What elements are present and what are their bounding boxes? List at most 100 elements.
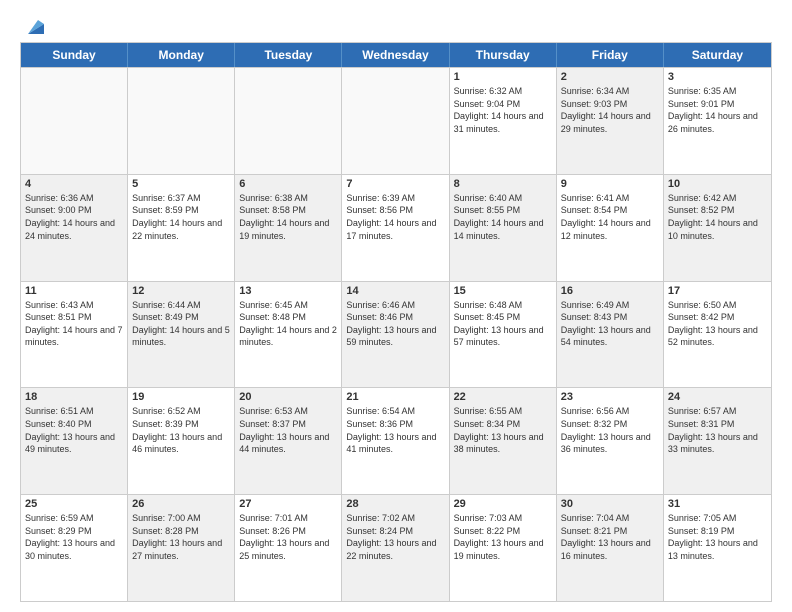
cell-text: Sunrise: 6:57 AM Sunset: 8:31 PM Dayligh… bbox=[668, 405, 767, 455]
day-number: 7 bbox=[346, 178, 444, 190]
logo bbox=[20, 16, 44, 34]
cell-text: Sunrise: 6:59 AM Sunset: 8:29 PM Dayligh… bbox=[25, 512, 123, 562]
header-day-wednesday: Wednesday bbox=[342, 43, 449, 67]
cell-text: Sunrise: 7:02 AM Sunset: 8:24 PM Dayligh… bbox=[346, 512, 444, 562]
calendar-cell: 15 Sunrise: 6:48 AM Sunset: 8:45 PM Dayli… bbox=[450, 282, 557, 388]
cell-text: Sunrise: 6:56 AM Sunset: 8:32 PM Dayligh… bbox=[561, 405, 659, 455]
calendar-cell: 5 Sunrise: 6:37 AM Sunset: 8:59 PM Daylig… bbox=[128, 175, 235, 281]
cell-text: Sunrise: 6:44 AM Sunset: 8:49 PM Dayligh… bbox=[132, 299, 230, 349]
cell-text: Sunrise: 6:36 AM Sunset: 9:00 PM Dayligh… bbox=[25, 192, 123, 242]
calendar-cell: 16Sunrise: 6:49 AM Sunset: 8:43 PM Dayli… bbox=[557, 282, 664, 388]
calendar-cell: 25 Sunrise: 6:59 AM Sunset: 8:29 PM Dayli… bbox=[21, 495, 128, 601]
header-day-tuesday: Tuesday bbox=[235, 43, 342, 67]
calendar-cell: 9 Sunrise: 6:41 AM Sunset: 8:54 PM Daylig… bbox=[557, 175, 664, 281]
calendar-cell bbox=[128, 68, 235, 174]
cell-text: Sunrise: 6:50 AM Sunset: 8:42 PM Dayligh… bbox=[668, 299, 767, 349]
day-number: 22 bbox=[454, 391, 552, 403]
header-day-friday: Friday bbox=[557, 43, 664, 67]
calendar-cell: 21 Sunrise: 6:54 AM Sunset: 8:36 PM Dayli… bbox=[342, 388, 449, 494]
calendar-row-0: 1 Sunrise: 6:32 AM Sunset: 9:04 PM Daylig… bbox=[21, 67, 771, 174]
cell-text: Sunrise: 6:48 AM Sunset: 8:45 PM Dayligh… bbox=[454, 299, 552, 349]
calendar-cell: 28 Sunrise: 7:02 AM Sunset: 8:24 PM Dayli… bbox=[342, 495, 449, 601]
day-number: 3 bbox=[668, 71, 767, 83]
cell-text: Sunrise: 6:32 AM Sunset: 9:04 PM Dayligh… bbox=[454, 85, 552, 135]
day-number: 2 bbox=[561, 71, 659, 83]
calendar-cell: 10 Sunrise: 6:42 AM Sunset: 8:52 PM Dayli… bbox=[664, 175, 771, 281]
day-number: 20 bbox=[239, 391, 337, 403]
calendar-cell: 22 Sunrise: 6:55 AM Sunset: 8:34 PM Dayli… bbox=[450, 388, 557, 494]
page: SundayMondayTuesdayWednesdayThursdayFrid… bbox=[0, 0, 792, 612]
calendar-cell: 14Sunrise: 6:46 AM Sunset: 8:46 PM Dayli… bbox=[342, 282, 449, 388]
calendar-cell: 18 Sunrise: 6:51 AM Sunset: 8:40 PM Dayli… bbox=[21, 388, 128, 494]
cell-text: Sunrise: 7:03 AM Sunset: 8:22 PM Dayligh… bbox=[454, 512, 552, 562]
logo-icon bbox=[22, 16, 44, 38]
calendar-cell: 1 Sunrise: 6:32 AM Sunset: 9:04 PM Daylig… bbox=[450, 68, 557, 174]
day-number: 27 bbox=[239, 498, 337, 510]
calendar-cell bbox=[342, 68, 449, 174]
day-number: 10 bbox=[668, 178, 767, 190]
cell-text: Sunrise: 6:43 AM Sunset: 8:51 PM Dayligh… bbox=[25, 299, 123, 349]
calendar-header: SundayMondayTuesdayWednesdayThursdayFrid… bbox=[21, 43, 771, 67]
calendar-cell: 3 Sunrise: 6:35 AM Sunset: 9:01 PM Daylig… bbox=[664, 68, 771, 174]
cell-text: Sunrise: 6:51 AM Sunset: 8:40 PM Dayligh… bbox=[25, 405, 123, 455]
day-number: 12 bbox=[132, 285, 230, 297]
cell-text: Sunrise: 7:01 AM Sunset: 8:26 PM Dayligh… bbox=[239, 512, 337, 562]
day-number: 30 bbox=[561, 498, 659, 510]
day-number: 9 bbox=[561, 178, 659, 190]
day-number: 17 bbox=[668, 285, 767, 297]
calendar-cell: 13Sunrise: 6:45 AM Sunset: 8:48 PM Dayli… bbox=[235, 282, 342, 388]
day-number: 19 bbox=[132, 391, 230, 403]
calendar-cell: 7Sunrise: 6:39 AM Sunset: 8:56 PM Daylig… bbox=[342, 175, 449, 281]
cell-text: Sunrise: 6:38 AM Sunset: 8:58 PM Dayligh… bbox=[239, 192, 337, 242]
header bbox=[20, 16, 772, 34]
day-number: 21 bbox=[346, 391, 444, 403]
calendar-cell: 17 Sunrise: 6:50 AM Sunset: 8:42 PM Dayli… bbox=[664, 282, 771, 388]
calendar-cell: 8 Sunrise: 6:40 AM Sunset: 8:55 PM Daylig… bbox=[450, 175, 557, 281]
cell-text: Sunrise: 6:55 AM Sunset: 8:34 PM Dayligh… bbox=[454, 405, 552, 455]
calendar-cell: 11 Sunrise: 6:43 AM Sunset: 8:51 PM Dayli… bbox=[21, 282, 128, 388]
cell-text: Sunrise: 6:42 AM Sunset: 8:52 PM Dayligh… bbox=[668, 192, 767, 242]
calendar-cell: 30 Sunrise: 7:04 AM Sunset: 8:21 PM Dayli… bbox=[557, 495, 664, 601]
cell-text: Sunrise: 6:40 AM Sunset: 8:55 PM Dayligh… bbox=[454, 192, 552, 242]
calendar-cell: 2 Sunrise: 6:34 AM Sunset: 9:03 PM Daylig… bbox=[557, 68, 664, 174]
day-number: 11 bbox=[25, 285, 123, 297]
calendar-cell: 4 Sunrise: 6:36 AM Sunset: 9:00 PM Daylig… bbox=[21, 175, 128, 281]
day-number: 6 bbox=[239, 178, 337, 190]
day-number: 24 bbox=[668, 391, 767, 403]
calendar-cell: 19 Sunrise: 6:52 AM Sunset: 8:39 PM Dayli… bbox=[128, 388, 235, 494]
cell-text: Sunrise: 6:46 AM Sunset: 8:46 PM Dayligh… bbox=[346, 299, 444, 349]
day-number: 8 bbox=[454, 178, 552, 190]
day-number: 28 bbox=[346, 498, 444, 510]
calendar-cell bbox=[21, 68, 128, 174]
calendar-body: 1 Sunrise: 6:32 AM Sunset: 9:04 PM Daylig… bbox=[21, 67, 771, 601]
cell-text: Sunrise: 6:54 AM Sunset: 8:36 PM Dayligh… bbox=[346, 405, 444, 455]
calendar-row-3: 18 Sunrise: 6:51 AM Sunset: 8:40 PM Dayli… bbox=[21, 387, 771, 494]
cell-text: Sunrise: 7:05 AM Sunset: 8:19 PM Dayligh… bbox=[668, 512, 767, 562]
cell-text: Sunrise: 6:53 AM Sunset: 8:37 PM Dayligh… bbox=[239, 405, 337, 455]
calendar-cell: 24 Sunrise: 6:57 AM Sunset: 8:31 PM Dayli… bbox=[664, 388, 771, 494]
day-number: 18 bbox=[25, 391, 123, 403]
day-number: 25 bbox=[25, 498, 123, 510]
cell-text: Sunrise: 6:41 AM Sunset: 8:54 PM Dayligh… bbox=[561, 192, 659, 242]
calendar-cell bbox=[235, 68, 342, 174]
cell-text: Sunrise: 6:35 AM Sunset: 9:01 PM Dayligh… bbox=[668, 85, 767, 135]
calendar-row-1: 4 Sunrise: 6:36 AM Sunset: 9:00 PM Daylig… bbox=[21, 174, 771, 281]
cell-text: Sunrise: 7:00 AM Sunset: 8:28 PM Dayligh… bbox=[132, 512, 230, 562]
calendar-cell: 27 Sunrise: 7:01 AM Sunset: 8:26 PM Dayli… bbox=[235, 495, 342, 601]
cell-text: Sunrise: 6:37 AM Sunset: 8:59 PM Dayligh… bbox=[132, 192, 230, 242]
calendar-cell: 23Sunrise: 6:56 AM Sunset: 8:32 PM Dayli… bbox=[557, 388, 664, 494]
calendar-cell: 29Sunrise: 7:03 AM Sunset: 8:22 PM Dayli… bbox=[450, 495, 557, 601]
cell-text: Sunrise: 6:52 AM Sunset: 8:39 PM Dayligh… bbox=[132, 405, 230, 455]
cell-text: Sunrise: 6:49 AM Sunset: 8:43 PM Dayligh… bbox=[561, 299, 659, 349]
day-number: 26 bbox=[132, 498, 230, 510]
day-number: 5 bbox=[132, 178, 230, 190]
calendar-cell: 26 Sunrise: 7:00 AM Sunset: 8:28 PM Dayli… bbox=[128, 495, 235, 601]
day-number: 4 bbox=[25, 178, 123, 190]
header-day-thursday: Thursday bbox=[450, 43, 557, 67]
cell-text: Sunrise: 6:34 AM Sunset: 9:03 PM Dayligh… bbox=[561, 85, 659, 135]
day-number: 15 bbox=[454, 285, 552, 297]
day-number: 1 bbox=[454, 71, 552, 83]
cell-text: Sunrise: 7:04 AM Sunset: 8:21 PM Dayligh… bbox=[561, 512, 659, 562]
header-day-saturday: Saturday bbox=[664, 43, 771, 67]
calendar-row-4: 25 Sunrise: 6:59 AM Sunset: 8:29 PM Dayli… bbox=[21, 494, 771, 601]
